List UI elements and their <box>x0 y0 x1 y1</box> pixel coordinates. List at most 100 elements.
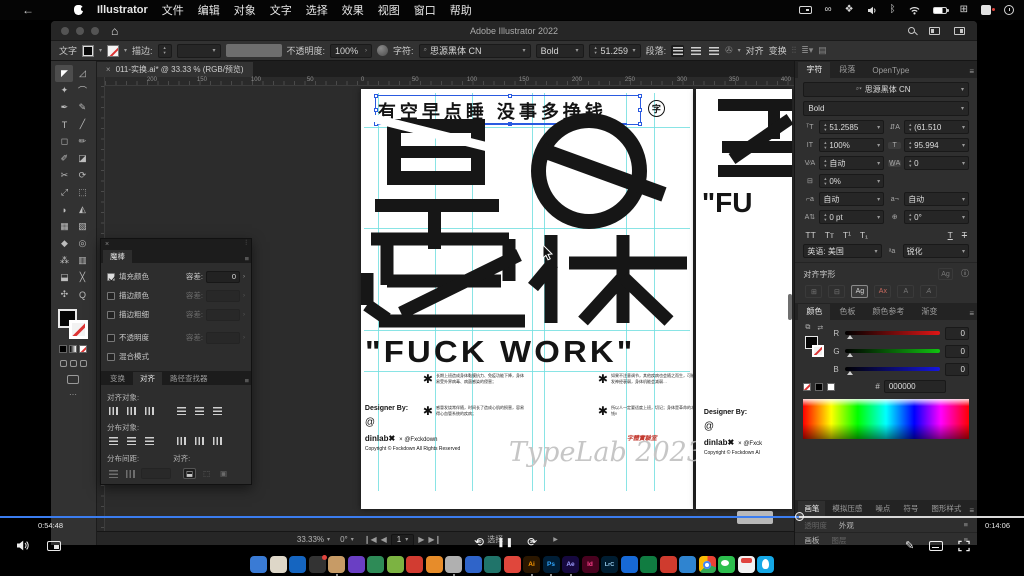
selection-tool[interactable]: ◤ <box>55 65 73 82</box>
blend-mode-checkbox[interactable] <box>107 353 115 361</box>
blue-slider[interactable] <box>845 367 940 371</box>
recolor-artwork-icon[interactable] <box>377 45 388 56</box>
status-expand-icon[interactable]: ▶ <box>553 536 558 543</box>
color-mode-button[interactable] <box>59 345 67 353</box>
distribute-top-button[interactable] <box>107 435 120 446</box>
dock-chrome[interactable] <box>699 556 716 573</box>
dock-indesign[interactable]: Id <box>582 556 599 573</box>
none-mode-button[interactable] <box>79 345 87 353</box>
blue-value-field[interactable]: 0 <box>945 363 969 376</box>
tab-graphic-styles[interactable]: 图形样式 <box>925 501 967 517</box>
align-h-center-button[interactable] <box>125 405 138 416</box>
superscript-button[interactable]: T¹ <box>843 230 851 240</box>
artboard-tool[interactable]: ⬓ <box>55 269 73 286</box>
dock-xiaohongshu[interactable] <box>738 556 755 573</box>
creative-cloud-icon[interactable]: ∞ <box>825 5 832 15</box>
dock-files-blue[interactable] <box>465 556 482 573</box>
insert-space-left-field[interactable]: 自动▾ <box>819 192 884 206</box>
blend-tool[interactable]: ◎ <box>73 235 91 252</box>
opacity-field[interactable]: 100%› <box>330 44 372 58</box>
scale-tool[interactable]: ⤢ <box>55 184 73 201</box>
tab-color-guide[interactable]: 颜色参考 <box>864 304 912 320</box>
pause-button[interactable]: ❚❚ <box>497 537 514 548</box>
tab-appearance[interactable]: 外观 <box>839 520 854 531</box>
dock-brush-app[interactable] <box>328 556 345 573</box>
volume-button[interactable] <box>16 540 29 551</box>
all-caps-button[interactable]: TT <box>805 230 815 240</box>
proportional-spacing-field[interactable]: ▲▼0%▾ <box>819 174 884 188</box>
tab-noise[interactable]: 噪点 <box>869 501 896 517</box>
menu-view[interactable]: 视图 <box>378 2 400 18</box>
close-tab-icon[interactable]: × <box>106 65 111 74</box>
hand-tool[interactable]: ✣ <box>55 286 73 303</box>
tracking-field[interactable]: ▲▼0▾ <box>904 156 969 170</box>
char-rotation-field[interactable]: ▲▼0°▾ <box>904 210 969 224</box>
stroke-proxy[interactable] <box>812 345 824 357</box>
vertical-scale-field[interactable]: ▲▼100%▾ <box>819 138 884 152</box>
hex-field[interactable]: 000000 <box>884 380 946 393</box>
width-tool[interactable]: ⬚ <box>73 184 91 201</box>
dock-notes-badge[interactable] <box>309 556 326 573</box>
poster-glyph-tuixiu[interactable] <box>361 229 693 329</box>
video-progress-remaining[interactable] <box>799 516 1024 518</box>
glyph-xheight-button[interactable]: Ax <box>874 285 891 298</box>
shaper-tool[interactable]: ✐ <box>55 150 73 167</box>
pen-tool[interactable]: ✒ <box>55 99 73 116</box>
align-to-artboard-button[interactable]: ⬓ <box>183 468 196 479</box>
glyph-italic-button[interactable]: A <box>920 285 937 298</box>
workspace-switcher-icon[interactable] <box>954 27 965 35</box>
apple-menu-icon[interactable] <box>74 5 83 15</box>
tab-artboards[interactable]: 画板 <box>804 535 819 546</box>
green-slider[interactable] <box>845 349 940 353</box>
graph-tool[interactable]: ▥ <box>73 252 91 269</box>
wifi-icon[interactable] <box>909 6 920 15</box>
glyph-embox-button[interactable]: ⊞ <box>805 285 822 298</box>
panel-menu-icon[interactable]: ≡ <box>245 376 249 385</box>
panel-menu-icon[interactable]: ▤ <box>818 45 827 56</box>
rotate-tool[interactable]: ⟳ <box>73 167 91 184</box>
dock-pinwheel-app[interactable] <box>504 556 521 573</box>
dock-qq[interactable] <box>757 556 774 573</box>
tab-align[interactable]: 对齐 <box>133 372 162 385</box>
eyedropper-tool[interactable]: ◆ <box>55 235 73 252</box>
menu-help[interactable]: 帮助 <box>450 2 472 18</box>
tab-pressure[interactable]: 模拟压感 <box>826 501 868 517</box>
dock-gallery-green[interactable] <box>387 556 404 573</box>
bluetooth-icon[interactable]: ᛒ <box>890 5 896 15</box>
align-bottom-button[interactable] <box>211 405 224 416</box>
artboard-number-field[interactable]: 1▾ <box>391 534 414 546</box>
tab-gradient[interactable]: 渐变 <box>913 304 945 320</box>
artboard-2[interactable]: "FU Designer By: @ dinlab✖× @Fxck Copyri… <box>696 89 792 509</box>
artboard-1[interactable]: 有空早点睡 没事多挣钱 字 <box>361 89 693 509</box>
video-playhead[interactable] <box>795 512 804 521</box>
chevron-right-icon[interactable]: › <box>243 274 245 280</box>
dock-lightroom[interactable]: LrC <box>601 556 618 573</box>
glyph-icf-button[interactable]: ⊟ <box>828 285 845 298</box>
strikethrough-button[interactable]: T <box>962 230 967 240</box>
panel-menu-icon[interactable]: ≡ <box>245 254 249 263</box>
stroke-color-checkbox[interactable] <box>107 292 115 300</box>
dock-red-app[interactable] <box>660 556 677 573</box>
collapse-panel-icon[interactable]: ⫶ <box>245 240 247 248</box>
fullscreen-button[interactable] <box>958 540 970 552</box>
white-swatch[interactable] <box>827 383 835 391</box>
font-style-dropdown[interactable]: Bold▾ <box>536 44 584 58</box>
stroke-weight-field[interactable]: ▲▼ <box>158 44 172 58</box>
keyboard-grid-icon[interactable]: ⊞ <box>960 5 968 15</box>
none-swatch[interactable] <box>803 383 811 391</box>
display-mode-button[interactable] <box>47 541 61 551</box>
font-family-dropdown[interactable]: ⌕思源黑体 CN▾ <box>419 44 531 58</box>
underline-button[interactable]: T <box>948 230 953 240</box>
tab-color[interactable]: 颜色 <box>798 304 830 320</box>
kerning-field[interactable]: ▲▼自动▾ <box>819 156 884 170</box>
edit-toolbar-button[interactable]: ⋯ <box>69 390 78 399</box>
green-value-field[interactable]: 0 <box>945 345 969 358</box>
fill-color-swatch[interactable] <box>82 45 94 57</box>
stroke-weight-dropdown[interactable]: ▾ <box>177 44 221 58</box>
battery-icon[interactable] <box>933 7 947 14</box>
font-family-field[interactable]: ⌕▾思源黑体 CN▾ <box>803 82 969 97</box>
align-left-button[interactable] <box>671 45 684 57</box>
screen-mode-button[interactable] <box>67 375 79 384</box>
insert-space-right-field[interactable]: 自动▾ <box>904 192 969 206</box>
fill-tolerance-field[interactable]: 0 <box>206 271 240 283</box>
